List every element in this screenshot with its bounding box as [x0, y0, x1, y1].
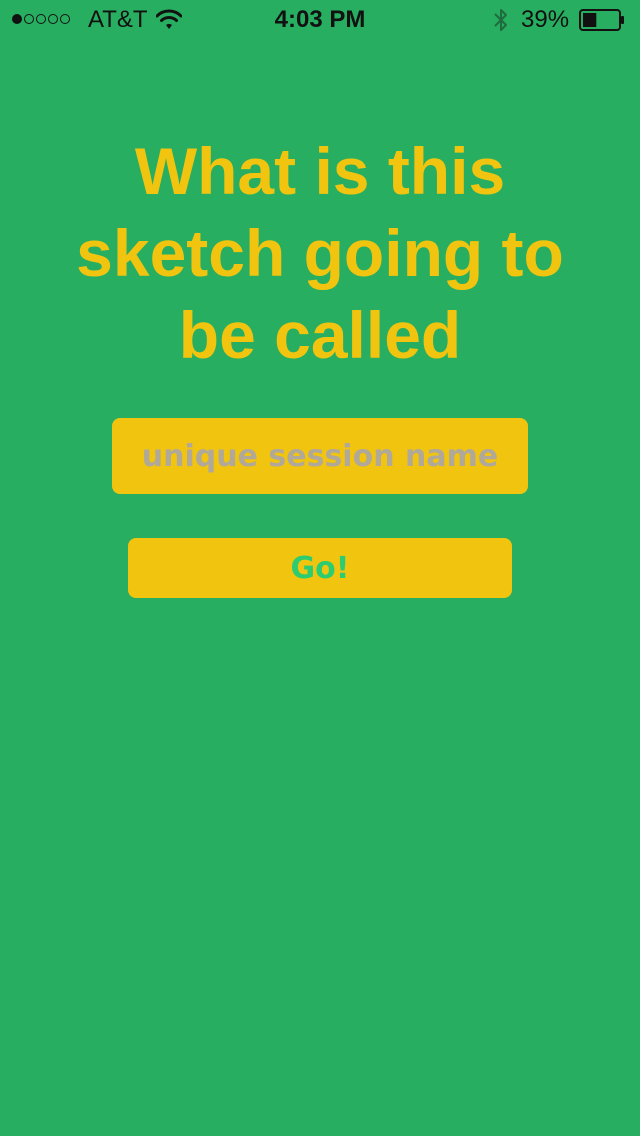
battery-icon [579, 9, 624, 31]
go-button[interactable]: Go! [128, 538, 512, 598]
page-title: What is this sketch going to be called [76, 134, 564, 372]
battery-fill [583, 13, 597, 27]
status-bar: AT&T 4:03 PM 39% [0, 0, 640, 40]
session-name-input[interactable] [112, 418, 528, 494]
bluetooth-icon [494, 9, 507, 31]
battery-percentage: 39% [521, 6, 570, 33]
